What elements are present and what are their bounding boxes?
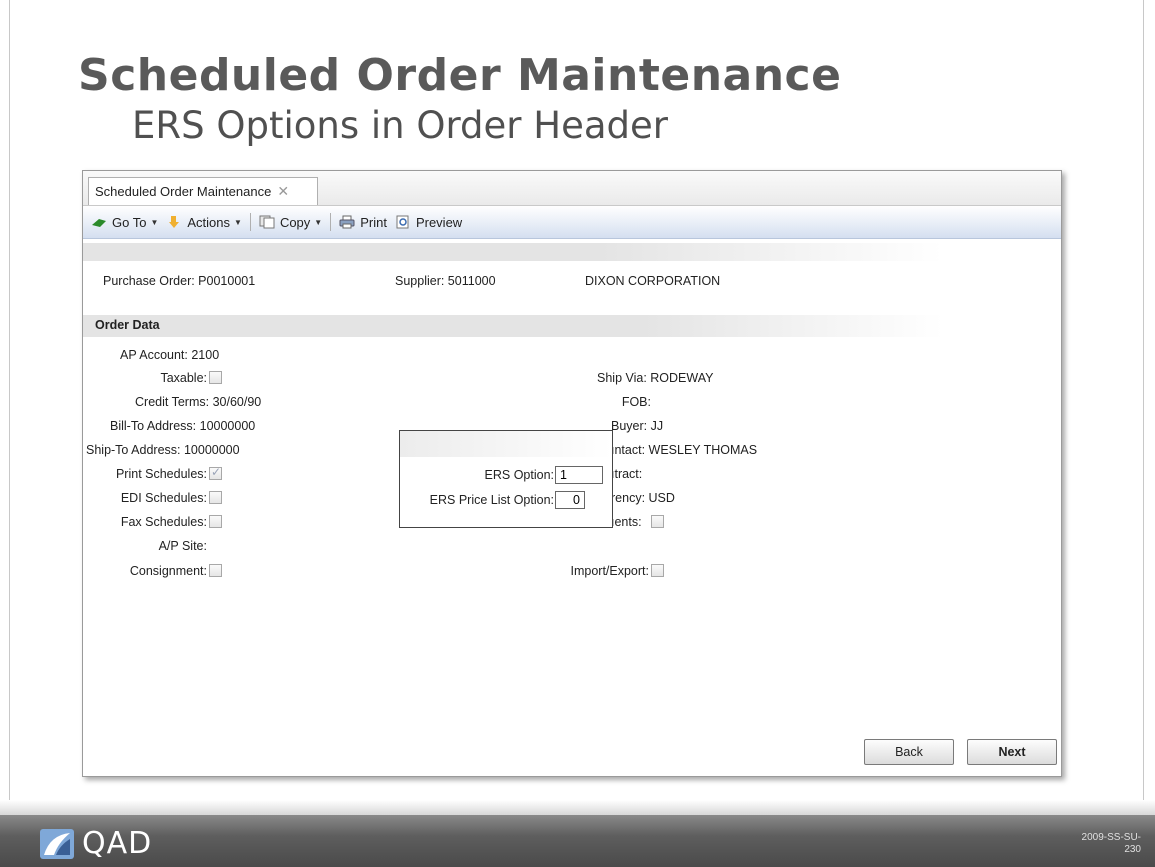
preview-button[interactable]: Preview bbox=[395, 215, 462, 230]
supplier-name: DIXON CORPORATION bbox=[585, 274, 721, 288]
ers-option-input[interactable]: 1 bbox=[555, 466, 603, 484]
ship-via-field: Ship Via: RODEWAY bbox=[597, 371, 714, 385]
tab-label: Scheduled Order Maintenance bbox=[95, 184, 272, 199]
footer-gradient bbox=[0, 800, 1155, 815]
ap-site-label: A/P Site: bbox=[158, 539, 207, 553]
order-data-section-bar bbox=[83, 315, 943, 337]
tab-bar: Scheduled Order Maintenance ✕ bbox=[83, 171, 1061, 206]
preview-icon bbox=[396, 215, 409, 229]
ers-options-popup: ERS Option: 1 ERS Price List Option: 0 bbox=[399, 430, 613, 528]
toolbar-separator bbox=[330, 213, 332, 231]
dropdown-arrow-icon: ▼ bbox=[234, 217, 242, 227]
close-icon[interactable]: ✕ bbox=[277, 183, 289, 200]
slide-code: 2009-SS-SU- 230 bbox=[1071, 832, 1141, 856]
credit-terms-field: Credit Terms: 30/60/90 bbox=[135, 395, 262, 409]
fax-schedules-label: Fax Schedules: bbox=[120, 515, 207, 529]
taxable-label: Taxable: bbox=[160, 371, 207, 385]
purchase-order-field: Purchase Order: P0010001 bbox=[103, 274, 256, 288]
consignment-checkbox[interactable] bbox=[209, 564, 222, 577]
slide-code-line-2: 230 bbox=[1124, 844, 1141, 855]
app-window: Scheduled Order Maintenance ✕ Go To ▼ Ac… bbox=[82, 170, 1062, 777]
dropdown-arrow-icon: ▼ bbox=[150, 217, 159, 227]
slide-title: Scheduled Order Maintenance bbox=[78, 50, 842, 101]
tab-scheduled-order-maintenance[interactable]: Scheduled Order Maintenance ✕ bbox=[88, 177, 318, 205]
contract-label: ıtract: bbox=[611, 467, 643, 481]
fax-schedules-checkbox[interactable] bbox=[209, 515, 222, 528]
copy-menu-button[interactable]: Copy ▼ bbox=[259, 215, 322, 230]
edi-schedules-checkbox[interactable] bbox=[209, 491, 222, 504]
print-schedules-label: Print Schedules: bbox=[115, 467, 207, 481]
contact-field: ıntact: WESLEY THOMAS bbox=[611, 443, 758, 457]
goto-menu-button[interactable]: Go To ▼ bbox=[91, 215, 158, 230]
qad-logo-icon bbox=[40, 828, 74, 859]
toolbar: Go To ▼ Actions ▼ Copy ▼ Print Preview bbox=[83, 206, 1061, 239]
consignment-label: Consignment: bbox=[129, 564, 207, 578]
taxable-checkbox[interactable] bbox=[209, 371, 222, 384]
goto-label: Go To bbox=[112, 214, 147, 230]
actions-label: Actions bbox=[187, 214, 231, 230]
slide-subtitle: ERS Options in Order Header bbox=[132, 104, 668, 147]
actions-menu-button[interactable]: Actions ▼ bbox=[166, 215, 242, 230]
comments-label: ıents: bbox=[611, 515, 642, 529]
goto-arrow-icon bbox=[92, 219, 106, 227]
toolbar-separator bbox=[249, 213, 251, 231]
supplier-field: Supplier: 5011000 bbox=[395, 274, 496, 288]
print-button[interactable]: Print bbox=[339, 215, 387, 230]
slide-code-line-1: 2009-SS-SU- bbox=[1081, 832, 1141, 843]
dropdown-arrow-icon: ▼ bbox=[314, 217, 323, 227]
header-strip bbox=[83, 243, 943, 261]
footer-bar bbox=[0, 815, 1155, 867]
logo-text: QAD bbox=[82, 826, 153, 861]
print-label: Print bbox=[360, 214, 387, 230]
print-schedules-checkbox[interactable] bbox=[209, 465, 222, 480]
next-button[interactable]: Next bbox=[967, 739, 1057, 765]
ap-account-field: AP Account: 2100 bbox=[120, 348, 220, 362]
ers-price-list-option-input[interactable]: 0 bbox=[555, 491, 585, 509]
copy-icon bbox=[259, 215, 275, 229]
import-export-label: Import/Export: bbox=[570, 564, 650, 578]
fob-label: FOB: bbox=[621, 395, 651, 409]
qad-logo: QAD bbox=[40, 826, 152, 861]
preview-label: Preview bbox=[415, 214, 463, 230]
edi-schedules-label: EDI Schedules: bbox=[120, 491, 207, 505]
order-data-title: Order Data bbox=[95, 318, 160, 332]
ship-to-address-field: Ship-To Address: 10000000 bbox=[86, 443, 240, 457]
printer-icon bbox=[339, 215, 355, 229]
buyer-field: Buyer: JJ bbox=[611, 419, 664, 433]
back-button[interactable]: Back bbox=[864, 739, 954, 765]
currency-field: rency: USD bbox=[611, 491, 675, 505]
ers-price-list-option-label: ERS Price List Option: bbox=[429, 493, 554, 507]
comments-checkbox[interactable] bbox=[651, 515, 664, 528]
actions-hand-icon bbox=[169, 216, 180, 228]
copy-label: Copy bbox=[279, 214, 311, 230]
import-export-checkbox[interactable] bbox=[651, 564, 664, 577]
popup-header bbox=[400, 431, 612, 457]
bill-to-address-field: Bill-To Address: 10000000 bbox=[110, 419, 256, 433]
ers-option-label: ERS Option: bbox=[484, 468, 554, 482]
